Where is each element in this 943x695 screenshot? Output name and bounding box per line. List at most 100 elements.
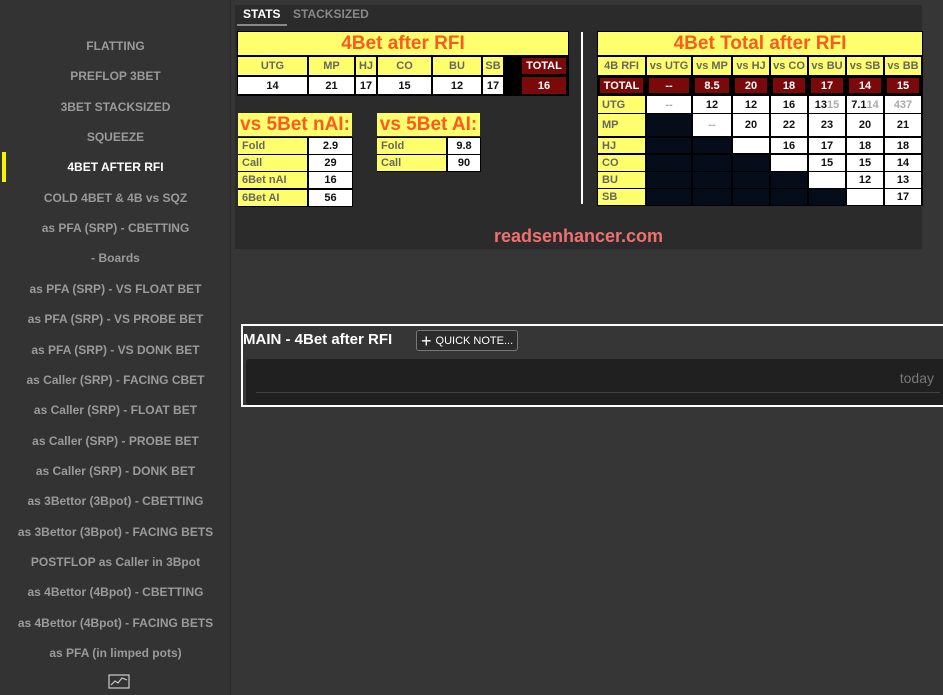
total-value[interactable]: 16 xyxy=(522,77,566,94)
total-cell[interactable]: 17 xyxy=(811,78,843,93)
stat-value[interactable]: 16 xyxy=(771,96,807,113)
sidebar-item[interactable]: as 3Bettor (3Bpot) - FACING BETS xyxy=(0,525,231,539)
stat-value[interactable]: 12 xyxy=(433,77,481,94)
value-text: -- xyxy=(665,98,673,111)
value-text: 18 xyxy=(896,139,910,152)
stat-value[interactable]: 2.9 xyxy=(309,138,352,154)
stat-value[interactable]: 17 xyxy=(885,189,921,205)
stat-value[interactable] xyxy=(733,138,769,153)
stat-value[interactable]: -- xyxy=(647,96,691,113)
value-text: 7.1 xyxy=(851,98,867,111)
stat-value[interactable]: 16 xyxy=(309,172,352,189)
stat-value[interactable]: 7.1 14 xyxy=(847,96,883,113)
stat-value[interactable]: 12 xyxy=(733,96,769,113)
sidebar-item[interactable]: 4BET AFTER RFI xyxy=(0,152,231,183)
stat-value[interactable]: 14 xyxy=(885,155,921,171)
stat-value[interactable]: 20 xyxy=(847,114,883,136)
row-label: HJ xyxy=(598,138,645,153)
sidebar-item[interactable]: as PFA (SRP) - VS FLOAT BET xyxy=(0,282,231,296)
stat-value[interactable]: 13 xyxy=(885,172,921,188)
sidebar-item[interactable]: SQUEEZE xyxy=(0,130,231,144)
stat-value[interactable]: 56 xyxy=(309,189,352,206)
total-cell[interactable]: TOTAL xyxy=(600,78,643,93)
stat-value[interactable]: 13 15 xyxy=(809,96,845,113)
total-cell[interactable]: 18 xyxy=(773,78,805,93)
empty-cell xyxy=(771,189,807,205)
stat-value[interactable] xyxy=(847,189,883,205)
stat-value[interactable]: 9.8 xyxy=(448,138,480,154)
stat-value[interactable]: 21 xyxy=(885,114,921,136)
stat-value[interactable]: 22 xyxy=(771,114,807,136)
stat-value[interactable]: 15 xyxy=(847,155,883,171)
chart-line-icon[interactable] xyxy=(108,674,130,689)
plus-icon: + xyxy=(421,330,432,351)
stat-value[interactable]: 12 xyxy=(847,172,883,188)
row-label: Fold xyxy=(377,138,446,154)
sample-count: 437 xyxy=(893,98,913,111)
row-label: Fold xyxy=(238,138,307,154)
stat-value[interactable]: 16 xyxy=(771,138,807,153)
note-entry[interactable]: today xyxy=(246,359,943,405)
stat-value[interactable]: 29 xyxy=(309,155,352,172)
sidebar-item[interactable]: COLD 4BET & 4B vs SQZ xyxy=(0,191,231,205)
value-text: 18 xyxy=(858,139,872,152)
sidebar-item[interactable]: as 4Bettor (4Bpot) - CBETTING xyxy=(0,585,231,599)
quick-note-button[interactable]: + QUICK NOTE... xyxy=(416,330,519,351)
column-header: CO xyxy=(378,57,431,75)
stat-value[interactable]: 23 xyxy=(809,114,845,136)
tab-stacksized[interactable]: STACKSIZED xyxy=(287,7,375,24)
sidebar-item[interactable]: as Caller (SRP) - FLOAT BET xyxy=(0,403,231,417)
stat-value[interactable]: 21 xyxy=(309,77,354,94)
row-label: MP xyxy=(598,114,645,136)
tab-stats[interactable]: STATS xyxy=(237,7,287,26)
total-cell[interactable]: 8.5 xyxy=(695,78,729,93)
row-label: Call xyxy=(377,155,446,172)
sidebar-item[interactable]: as Caller (SRP) - FACING CBET xyxy=(0,373,231,387)
sidebar-item[interactable]: as PFA (SRP) - VS DONK BET xyxy=(0,343,231,357)
sidebar-item[interactable]: as 3Bettor (3Bpot) - CBETTING xyxy=(0,494,231,508)
stat-value[interactable]: 90 xyxy=(448,155,480,172)
column-header: BU xyxy=(433,57,481,75)
value-text: 12 xyxy=(705,98,719,111)
sidebar-item[interactable]: - Boards xyxy=(0,251,231,265)
column-header: vs MP xyxy=(693,57,731,75)
stat-value[interactable]: 12 xyxy=(693,96,731,113)
value-text: 22 xyxy=(782,119,796,131)
stat-value[interactable]: 14 xyxy=(238,77,307,94)
stat-value[interactable]: 15 xyxy=(378,77,431,94)
value-text: 20 xyxy=(744,119,758,131)
empty-cell xyxy=(647,172,691,188)
stat-value[interactable]: 17 xyxy=(483,77,503,94)
total-cell[interactable]: -- xyxy=(649,78,689,93)
total-cell[interactable]: 15 xyxy=(887,78,919,93)
stat-value[interactable]: 18 xyxy=(847,138,883,153)
column-header: vs SB xyxy=(847,57,883,75)
sidebar-item[interactable]: as Caller (SRP) - PROBE BET xyxy=(0,434,231,448)
stat-value[interactable]: -- xyxy=(693,114,731,136)
stat-value[interactable]: 20 xyxy=(733,114,769,136)
sidebar-item[interactable]: as 4Bettor (4Bpot) - FACING BETS xyxy=(0,616,231,630)
stat-value[interactable]: 15 xyxy=(809,155,845,171)
sidebar-item[interactable]: as Caller (SRP) - DONK BET xyxy=(0,464,231,478)
sidebar-item[interactable]: as PFA (in limped pots) xyxy=(0,646,231,660)
sidebar-item[interactable]: 3BET STACKSIZED xyxy=(0,100,231,114)
total-cell[interactable]: 14 xyxy=(849,78,881,93)
sidebar-item[interactable]: FLATTING xyxy=(0,39,231,53)
stat-value[interactable]: 437 xyxy=(885,96,921,113)
total-header: TOTAL xyxy=(522,58,566,74)
row-label: CO xyxy=(598,155,645,171)
brand-text[interactable]: readsenhancer.com xyxy=(235,226,922,247)
stat-value[interactable]: 17 xyxy=(356,77,376,94)
sidebar-item[interactable]: PREFLOP 3BET xyxy=(0,69,231,83)
total-cell[interactable]: 20 xyxy=(735,78,767,93)
stat-value[interactable]: 17 xyxy=(809,138,845,153)
sidebar-item[interactable]: as PFA (SRP) - CBETTING xyxy=(0,221,231,235)
empty-cell xyxy=(693,138,731,153)
stat-value[interactable] xyxy=(771,155,807,171)
column-header: vs CO xyxy=(771,57,807,75)
sidebar-item[interactable]: POSTFLOP as Caller in 3Bpot xyxy=(0,555,231,569)
stat-value[interactable] xyxy=(809,172,845,188)
stat-value[interactable]: 18 xyxy=(885,138,921,153)
empty-cell xyxy=(647,189,691,205)
sidebar-item[interactable]: as PFA (SRP) - VS PROBE BET xyxy=(0,312,231,326)
